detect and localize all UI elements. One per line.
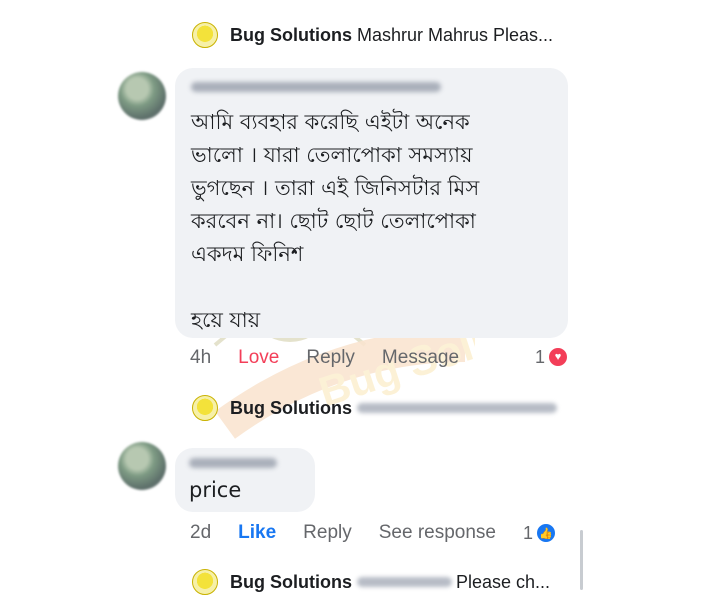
comment-timestamp[interactable]: 4h xyxy=(190,347,211,369)
reaction-summary[interactable]: 1 👍 xyxy=(523,522,558,544)
bug-solutions-logo-icon xyxy=(192,22,218,48)
comment-bubble: price xyxy=(175,448,315,512)
reply-preview-blurred-name xyxy=(356,577,452,587)
reply-preview-text: Please ch... xyxy=(455,571,551,592)
like-button[interactable]: Like xyxy=(238,522,276,544)
commenter-avatar[interactable] xyxy=(118,72,166,120)
love-button[interactable]: Love xyxy=(238,347,279,369)
reply-author-name[interactable]: Bug Solutions xyxy=(230,398,352,419)
comment-actions: 2d Like Reply See response xyxy=(190,522,523,544)
see-response-button[interactable]: See response xyxy=(379,522,496,544)
bug-solutions-logo-icon xyxy=(192,569,218,595)
reaction-summary[interactable]: 1 ♥ xyxy=(535,346,570,368)
reply-preview-top[interactable]: Bug Solutions Mashrur Mahrus Pleas... xyxy=(192,20,553,50)
reply-preview-text: Mashrur Mahrus Pleas... xyxy=(356,24,554,45)
bug-solutions-logo-icon xyxy=(192,395,218,421)
reply-author-name[interactable]: Bug Solutions xyxy=(230,25,352,46)
comment-text: price xyxy=(189,478,242,502)
reaction-count: 1 xyxy=(535,346,546,367)
reply-preview-bottom[interactable]: Bug Solutions Please ch... xyxy=(192,567,550,597)
scrollbar[interactable] xyxy=(580,530,583,590)
reply-preview-middle[interactable]: Bug Solutions xyxy=(192,393,561,423)
comment-actions: 4h Love Reply Message xyxy=(190,347,486,369)
comment-author-name-blurred[interactable] xyxy=(189,458,277,468)
comment-text: আমি ব্যবহার করেছি এইটা অনেক ভালো । যারা … xyxy=(191,110,480,332)
commenter-avatar[interactable] xyxy=(118,442,166,490)
comment-timestamp[interactable]: 2d xyxy=(190,522,211,544)
reply-button[interactable]: Reply xyxy=(303,522,352,544)
reply-preview-blurred-text xyxy=(356,403,557,413)
heart-icon: ♥ xyxy=(547,346,570,368)
reply-button[interactable]: Reply xyxy=(306,347,355,369)
reply-author-name[interactable]: Bug Solutions xyxy=(230,572,352,593)
thumbs-up-icon: 👍 xyxy=(535,522,558,544)
comment-author-name-blurred[interactable] xyxy=(191,82,441,92)
message-button[interactable]: Message xyxy=(382,347,459,369)
comment-bubble: আমি ব্যবহার করেছি এইটা অনেক ভালো । যারা … xyxy=(175,68,568,338)
reaction-count: 1 xyxy=(523,522,534,543)
